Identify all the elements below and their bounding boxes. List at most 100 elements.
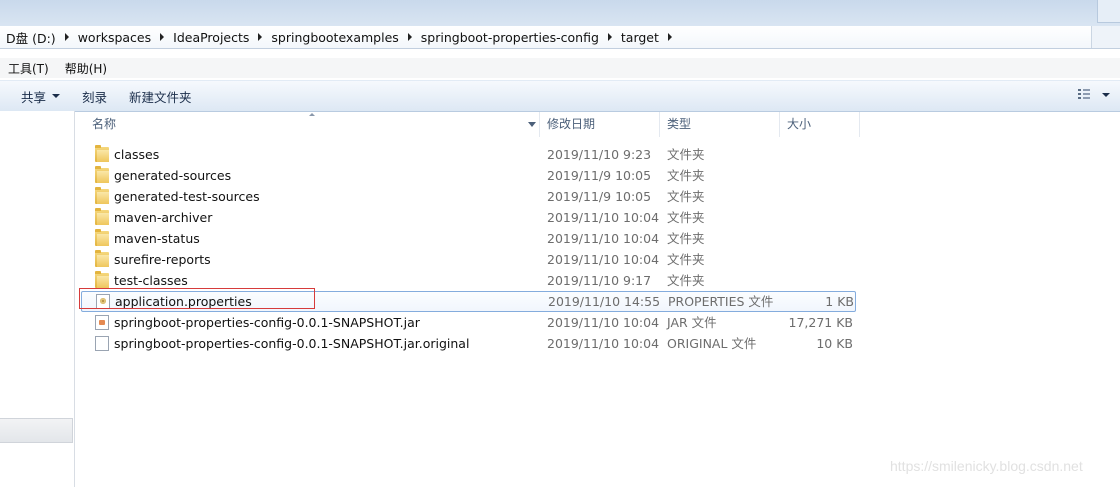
file-size: 1 KB xyxy=(825,294,854,309)
column-date-label: 修改日期 xyxy=(547,117,596,131)
file-name: test-classes xyxy=(114,273,188,288)
breadcrumb-label[interactable]: target xyxy=(615,30,665,45)
view-options-button[interactable] xyxy=(1078,89,1110,100)
title-strip xyxy=(0,0,1120,26)
column-size[interactable]: 大小 xyxy=(779,112,859,137)
column-type[interactable]: 类型 xyxy=(659,112,779,137)
new-folder-button[interactable]: 新建文件夹 xyxy=(118,87,203,106)
share-button-label: 共享 xyxy=(21,89,47,105)
breadcrumb-label[interactable]: springbootexamples xyxy=(265,30,404,45)
file-name: surefire-reports xyxy=(114,252,211,267)
file-date: 2019/11/9 10:05 xyxy=(547,168,652,183)
file-row[interactable]: generated-test-sources 2019/11/9 10:05 文… xyxy=(84,186,864,207)
properties-file-icon xyxy=(96,294,110,309)
chevron-right-icon[interactable] xyxy=(255,33,265,41)
column-name-label: 名称 xyxy=(92,117,117,131)
file-date: 2019/11/10 9:23 xyxy=(547,147,652,162)
file-name: maven-archiver xyxy=(114,210,213,225)
file-name: maven-status xyxy=(114,231,200,246)
chevron-right-icon[interactable] xyxy=(605,33,615,41)
file-row[interactable]: maven-status 2019/11/10 10:04 文件夹 xyxy=(84,228,864,249)
file-row[interactable]: springboot-properties-config-0.0.1-SNAPS… xyxy=(84,312,864,333)
file-list: classes 2019/11/10 9:23 文件夹 generated-so… xyxy=(81,144,864,354)
breadcrumb-target[interactable]: target xyxy=(615,26,675,48)
file-row[interactable]: surefire-reports 2019/11/10 10:04 文件夹 xyxy=(84,249,864,270)
file-date: 2019/11/10 9:17 xyxy=(547,273,652,288)
breadcrumb-drive[interactable]: D盘 (D:) xyxy=(0,26,72,48)
file-name: generated-sources xyxy=(114,168,232,183)
folder-icon xyxy=(95,166,109,183)
chevron-down-icon[interactable] xyxy=(1102,92,1110,97)
file-name: application.properties xyxy=(115,294,252,309)
file-row-selected[interactable]: application.properties 2019/11/10 14:55 … xyxy=(81,291,856,312)
file-date: 2019/11/9 10:05 xyxy=(547,189,652,204)
breadcrumb-label[interactable]: workspaces xyxy=(72,30,157,45)
chevron-right-icon[interactable] xyxy=(62,33,72,41)
share-button[interactable]: 共享 xyxy=(10,87,71,106)
breadcrumb-ideaprojects[interactable]: IdeaProjects xyxy=(167,26,265,48)
file-date: 2019/11/10 10:04 xyxy=(547,252,660,267)
file-type: ORIGINAL 文件 xyxy=(667,336,757,351)
breadcrumb-label[interactable]: D盘 (D:) xyxy=(0,28,62,47)
folder-icon xyxy=(95,208,109,225)
breadcrumb-label[interactable]: IdeaProjects xyxy=(167,30,255,45)
command-bar: 共享 刻录 新建文件夹 xyxy=(0,80,1120,112)
window-corner xyxy=(1097,0,1120,23)
breadcrumb-label[interactable]: springboot-properties-config xyxy=(415,30,605,45)
breadcrumb-springboot-properties-config[interactable]: springboot-properties-config xyxy=(415,26,615,48)
file-date: 2019/11/10 10:04 xyxy=(547,231,660,246)
watermark-text: https://smilenicky.blog.csdn.net xyxy=(890,458,1083,474)
file-type: 文件夹 xyxy=(667,252,705,267)
menu-help[interactable]: 帮助(H) xyxy=(57,60,115,77)
menu-tools[interactable]: 工具(T) xyxy=(0,60,57,77)
file-type: 文件夹 xyxy=(667,168,705,183)
nav-selected-item[interactable] xyxy=(0,418,73,443)
file-type: 文件夹 xyxy=(667,147,705,162)
file-date: 2019/11/10 10:04 xyxy=(547,210,660,225)
menu-bar: 工具(T) 帮助(H) xyxy=(0,58,1120,78)
file-size: 17,271 KB xyxy=(788,315,853,330)
folder-icon xyxy=(95,145,109,162)
column-size-label: 大小 xyxy=(787,117,812,131)
breadcrumb-springbootexamples[interactable]: springbootexamples xyxy=(265,26,414,48)
file-type: 文件夹 xyxy=(667,231,705,246)
address-dropdown-button[interactable] xyxy=(1091,26,1120,48)
column-type-label: 类型 xyxy=(667,117,692,131)
file-type: 文件夹 xyxy=(667,189,705,204)
file-date: 2019/11/10 10:04 xyxy=(547,315,660,330)
file-row[interactable]: test-classes 2019/11/10 9:17 文件夹 xyxy=(84,270,864,291)
details-view-icon[interactable] xyxy=(1078,89,1090,100)
burn-button[interactable]: 刻录 xyxy=(71,87,118,106)
new-folder-button-label: 新建文件夹 xyxy=(129,89,192,105)
chevron-down-icon xyxy=(52,94,61,98)
file-row[interactable]: springboot-properties-config-0.0.1-SNAPS… xyxy=(84,333,864,354)
file-name: classes xyxy=(114,147,160,162)
file-size: 10 KB xyxy=(816,336,853,351)
navigation-pane[interactable] xyxy=(0,111,75,487)
file-row[interactable]: generated-sources 2019/11/9 10:05 文件夹 xyxy=(84,165,864,186)
column-filter-dropdown-icon[interactable] xyxy=(528,122,536,127)
file-name: springboot-properties-config-0.0.1-SNAPS… xyxy=(114,315,420,330)
file-type: 文件夹 xyxy=(667,273,705,288)
file-row[interactable]: classes 2019/11/10 9:23 文件夹 xyxy=(84,144,864,165)
folder-icon xyxy=(95,271,109,288)
chevron-right-icon[interactable] xyxy=(157,33,167,41)
file-type: PROPERTIES 文件 xyxy=(668,294,774,309)
file-name: generated-test-sources xyxy=(114,189,260,204)
column-name[interactable]: 名称 xyxy=(84,112,539,137)
file-icon xyxy=(95,336,109,351)
column-date[interactable]: 修改日期 xyxy=(539,112,659,137)
column-divider[interactable] xyxy=(859,112,860,137)
folder-icon xyxy=(95,229,109,246)
folder-icon xyxy=(95,250,109,267)
file-name: springboot-properties-config-0.0.1-SNAPS… xyxy=(114,336,470,351)
jar-file-icon xyxy=(95,315,109,330)
chevron-right-icon[interactable] xyxy=(665,33,675,41)
breadcrumb-workspaces[interactable]: workspaces xyxy=(72,26,167,48)
file-date: 2019/11/10 14:55 xyxy=(548,294,661,309)
address-bar[interactable]: D盘 (D:) workspaces IdeaProjects springbo… xyxy=(0,26,1120,49)
chevron-right-icon[interactable] xyxy=(405,33,415,41)
folder-icon xyxy=(95,187,109,204)
burn-button-label: 刻录 xyxy=(82,89,108,105)
file-row[interactable]: maven-archiver 2019/11/10 10:04 文件夹 xyxy=(84,207,864,228)
